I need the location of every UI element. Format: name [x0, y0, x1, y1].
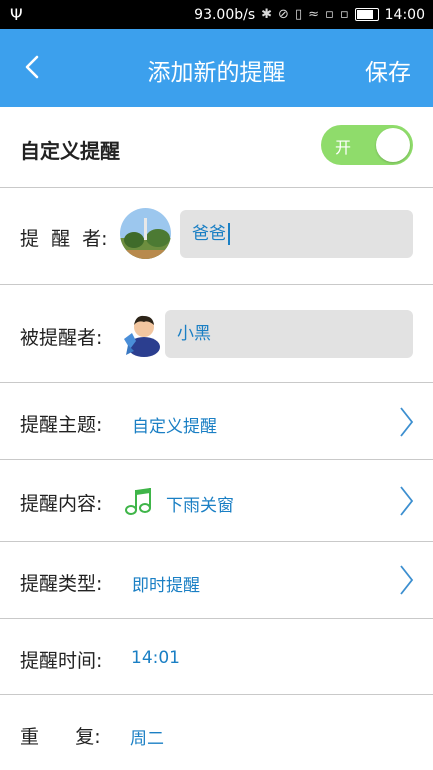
custom-reminder-row: 自定义提醒 开	[0, 107, 433, 188]
type-row[interactable]: 提醒类型: 即时提醒	[0, 542, 433, 619]
time-row[interactable]: 提醒时间: 14:01	[0, 619, 433, 695]
receiver-input[interactable]: 小黑	[165, 310, 413, 358]
sender-value: 爸爸	[192, 224, 226, 244]
network-speed: 93.00b/s	[194, 6, 256, 23]
toggle-label: 开	[335, 138, 352, 157]
wifi-icon: ≈	[308, 7, 320, 22]
sim-icon: ▫	[325, 7, 334, 22]
time-label: 提醒时间:	[20, 650, 103, 672]
save-button[interactable]: 保存	[365, 53, 411, 87]
chevron-right-icon[interactable]	[397, 562, 415, 598]
repeat-value: 周二	[130, 729, 164, 749]
toggle-knob	[376, 128, 410, 162]
custom-reminder-toggle[interactable]: 开	[321, 125, 413, 165]
custom-reminder-label: 自定义提醒	[20, 139, 120, 163]
receiver-label: 被提醒者:	[20, 327, 103, 349]
time-value: 14:01	[131, 648, 180, 668]
usb-icon: Ψ	[10, 5, 23, 24]
type-value: 即时提醒	[132, 576, 200, 596]
type-label: 提醒类型:	[20, 573, 103, 595]
text-caret	[228, 223, 230, 245]
clock: 14:00	[384, 6, 425, 23]
sender-avatar[interactable]	[120, 208, 171, 259]
repeat-row[interactable]: 重 复: 周二	[0, 695, 433, 770]
battery-icon	[354, 8, 379, 21]
receiver-row: 被提醒者: 小黑	[0, 285, 433, 383]
topic-value: 自定义提醒	[132, 417, 217, 437]
content-value: 下雨关窗	[166, 496, 234, 516]
sim2-icon: ▫	[339, 7, 349, 22]
receiver-avatar[interactable]	[120, 311, 162, 357]
repeat-label: 重 复:	[20, 726, 101, 748]
content-label: 提醒内容:	[20, 493, 103, 515]
status-right: 93.00b/s ✱ ⊘ ▯ ≈ ▫ ▫ 14:00	[194, 0, 425, 29]
chevron-right-icon[interactable]	[397, 483, 415, 519]
chevron-right-icon[interactable]	[397, 404, 415, 440]
music-note-icon	[125, 488, 151, 515]
content-row[interactable]: 提醒内容: 下雨关窗	[0, 460, 433, 542]
receiver-value: 小黑	[177, 324, 211, 344]
topic-label: 提醒主题:	[20, 414, 103, 436]
sender-row: 提 醒 者: 爸爸	[0, 188, 433, 285]
topic-row[interactable]: 提醒主题: 自定义提醒	[0, 383, 433, 460]
sender-input[interactable]: 爸爸	[180, 210, 413, 258]
status-bar: Ψ 93.00b/s ✱ ⊘ ▯ ≈ ▫ ▫ 14:00	[0, 0, 433, 29]
bluetooth-icon: ✱	[261, 7, 273, 22]
sender-label: 提 醒 者:	[20, 228, 108, 250]
mute-icon: ⊘	[278, 7, 289, 22]
nav-bar: 添加新的提醒 保存	[0, 29, 433, 107]
vibrate-icon: ▯	[294, 7, 303, 22]
